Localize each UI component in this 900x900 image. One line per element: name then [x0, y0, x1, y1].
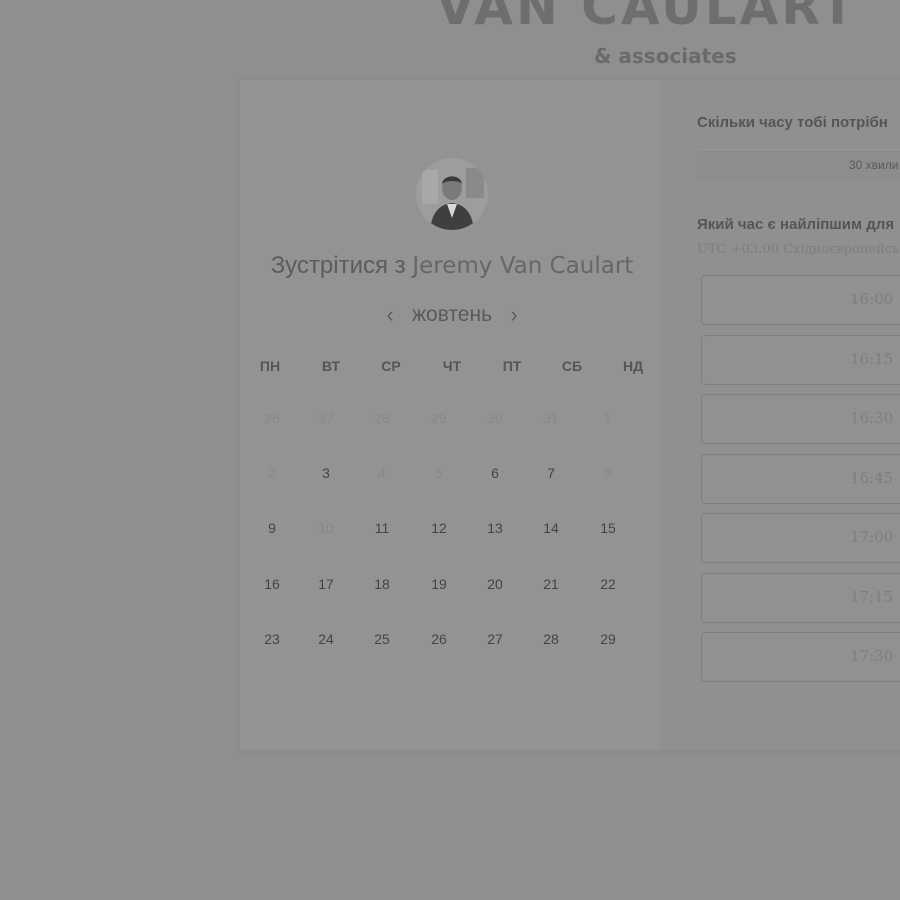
- meeting-title-prefix: Зустрітися з: [270, 252, 406, 279]
- time-slot-button[interactable]: 17:30: [701, 632, 900, 682]
- time-slot-button[interactable]: 16:30: [701, 394, 900, 444]
- brand-header: VAN CAULART & associates: [0, 0, 900, 80]
- chevron-left-icon[interactable]: ‹: [380, 302, 400, 328]
- time-slot-label: 17:30: [850, 647, 894, 665]
- time-slot-button[interactable]: 17:15: [701, 573, 900, 623]
- weekday-label: ПН: [259, 358, 281, 374]
- time-slot-label: 16:30: [850, 409, 894, 427]
- calendar-day: 28: [374, 410, 390, 426]
- calendar-day[interactable]: 7: [533, 458, 569, 488]
- calendar-day[interactable]: 27: [477, 624, 513, 654]
- calendar-day[interactable]: 18: [364, 569, 400, 599]
- time-selection-pane: Скільки часу тобі потрібн 30 хвили Який …: [660, 80, 900, 750]
- calendar-day[interactable]: 23: [254, 624, 290, 654]
- calendar-day[interactable]: 9: [254, 513, 290, 543]
- weekday-label: ЧТ: [442, 358, 462, 374]
- calendar-day: 27: [318, 410, 334, 426]
- calendar-day[interactable]: 24: [308, 624, 344, 654]
- weekday-label: НД: [622, 358, 644, 374]
- time-slot-button[interactable]: 17:00: [701, 513, 900, 563]
- chevron-right-icon[interactable]: ›: [504, 302, 524, 328]
- calendar-day[interactable]: 19: [421, 569, 457, 599]
- time-slot-label: 16:45: [850, 469, 894, 487]
- avatar: [416, 158, 488, 230]
- calendar-day: 8: [604, 465, 612, 481]
- calendar-day: 10: [318, 520, 334, 536]
- calendar-day[interactable]: 22: [590, 569, 626, 599]
- calendar-day[interactable]: 3: [308, 458, 344, 488]
- calendar-day[interactable]: 12: [421, 513, 457, 543]
- avatar-photo: [416, 158, 488, 230]
- weekday-header: ПН ВТ СР ЧТ ПТ СБ НД: [240, 358, 660, 378]
- host-name: Jeremy Van Caulart: [412, 253, 634, 279]
- booking-card: Зустрітися з Jeremy Van Caulart ‹ жовтен…: [240, 80, 900, 750]
- month-navigation: ‹ жовтень ›: [380, 300, 524, 330]
- calendar-day[interactable]: 21: [533, 569, 569, 599]
- month-label: жовтень: [411, 303, 493, 326]
- calendar-day[interactable]: 26: [421, 624, 457, 654]
- time-slot-button[interactable]: 16:15: [701, 335, 900, 385]
- time-slot-button[interactable]: 16:00: [701, 275, 900, 325]
- brand-subtitle: & associates: [594, 44, 737, 68]
- calendar-day[interactable]: 13: [477, 513, 513, 543]
- calendar-day[interactable]: 20: [477, 569, 513, 599]
- weekday-label: ВТ: [321, 358, 341, 374]
- calendar-day[interactable]: 6: [477, 458, 513, 488]
- calendar-day: 5: [435, 465, 443, 481]
- calendar-day[interactable]: 17: [308, 569, 344, 599]
- calendar-pane: Зустрітися з Jeremy Van Caulart ‹ жовтен…: [240, 80, 660, 750]
- calendar-day[interactable]: 29: [590, 624, 626, 654]
- time-slot-label: 16:00: [850, 290, 894, 308]
- calendar-day: 4: [378, 465, 386, 481]
- calendar-day: 31: [543, 410, 559, 426]
- weekday-label: ПТ: [502, 358, 522, 374]
- time-slot-label: 17:00: [850, 528, 894, 546]
- timezone-label[interactable]: UTC +03:00 Східноєвропейсь: [697, 242, 899, 257]
- time-question: Який час є найліпшим для: [697, 216, 895, 233]
- weekday-label: СР: [381, 358, 401, 374]
- calendar-day[interactable]: 14: [533, 513, 569, 543]
- duration-option-button[interactable]: 30 хвили: [697, 149, 900, 181]
- calendar-day: 2: [268, 465, 276, 481]
- calendar-day: 30: [487, 410, 503, 426]
- brand-title: VAN CAULART: [436, 0, 858, 36]
- meeting-title: Зустрітися з Jeremy Van Caulart: [240, 252, 664, 280]
- calendar-day: 1: [604, 410, 612, 426]
- duration-option-label: 30 хвили: [849, 158, 899, 172]
- weekday-label: СБ: [561, 358, 583, 374]
- time-slot-label: 17:15: [850, 588, 894, 606]
- calendar-day[interactable]: 15: [590, 513, 626, 543]
- time-slot-label: 16:15: [850, 350, 894, 368]
- calendar-day[interactable]: 16: [254, 569, 290, 599]
- time-slot-button[interactable]: 16:45: [701, 454, 900, 504]
- calendar-day[interactable]: 25: [364, 624, 400, 654]
- calendar-day[interactable]: 28: [533, 624, 569, 654]
- calendar-day: 29: [431, 410, 447, 426]
- calendar-day[interactable]: 11: [364, 513, 400, 543]
- calendar-day: 26: [264, 410, 280, 426]
- duration-question: Скільки часу тобі потрібн: [697, 114, 888, 131]
